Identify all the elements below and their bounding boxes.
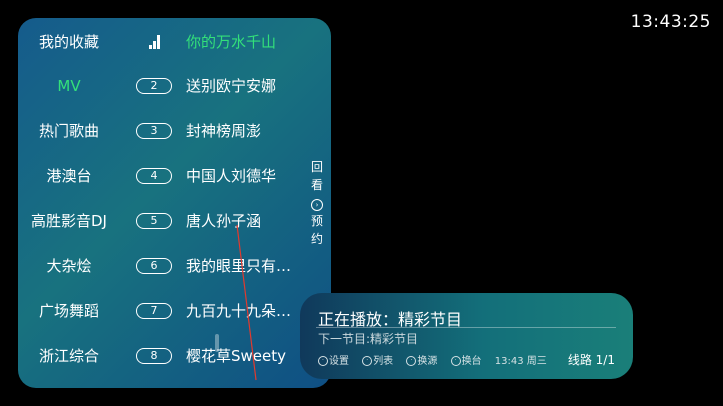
side-menu-char: 回 <box>310 160 323 174</box>
channel-item[interactable]: 6 我的眼里只有… <box>136 256 311 276</box>
hint-list: · 列表 <box>362 356 393 367</box>
source-icon: · <box>406 356 417 366</box>
channel-name: 九百九十九朵… <box>186 302 292 320</box>
channel-item[interactable]: 2 送别欧宁安娜 <box>136 76 311 96</box>
next-program: 下一节目:精彩节目 <box>318 332 419 346</box>
channel-number: 3 <box>136 123 172 139</box>
channel-number: 5 <box>136 213 172 229</box>
scrollbar[interactable] <box>215 334 219 352</box>
channel-name: 樱花草Sweety <box>186 347 287 365</box>
hint-time: 13:43 周三 <box>494 356 547 367</box>
category-item[interactable]: 大杂烩 <box>18 256 120 276</box>
category-list: 我的收藏 MV 热门歌曲 港澳台 高胜影音DJ 大杂烩 广场舞蹈 浙江综合 <box>18 18 120 388</box>
side-menu-playback-reserve[interactable]: 回 看 › 预 约 <box>309 158 325 248</box>
channel-name: 送别欧宁安娜 <box>186 77 277 95</box>
channel-icon: · <box>450 356 461 366</box>
category-item[interactable]: 热门歌曲 <box>18 121 120 141</box>
category-item[interactable]: 广场舞蹈 <box>18 301 120 321</box>
channel-item[interactable]: 4 中国人刘德华 <box>136 166 311 186</box>
channel-panel: 我的收藏 MV 热门歌曲 港澳台 高胜影音DJ 大杂烩 广场舞蹈 浙江综合 你的… <box>18 18 331 388</box>
clock: 13:43:25 <box>630 12 711 32</box>
category-item[interactable]: 我的收藏 <box>18 32 120 52</box>
list-icon: · <box>362 356 373 366</box>
channel-item[interactable]: 你的万水千山 <box>136 32 311 52</box>
channel-number: 4 <box>136 168 172 184</box>
channel-item[interactable]: 8 樱花草Sweety <box>136 346 311 366</box>
line-indicator: 线路 1/1 <box>567 353 615 367</box>
side-menu-char: 看 <box>310 178 323 192</box>
channel-number: 8 <box>136 348 172 364</box>
side-menu-char: 约 <box>310 232 323 246</box>
category-item[interactable]: 浙江综合 <box>18 346 120 366</box>
channel-name: 中国人刘德华 <box>186 167 277 185</box>
settings-icon: · <box>318 356 328 366</box>
channel-number: 2 <box>136 78 172 94</box>
channel-number: 7 <box>136 303 172 319</box>
channel-number: 6 <box>136 258 172 274</box>
hint-source: · 换源 <box>406 356 437 367</box>
category-item[interactable]: MV <box>18 76 120 96</box>
channel-name: 你的万水千山 <box>186 33 277 51</box>
channel-list: 你的万水千山 2 送别欧宁安娜 3 封神榜周澎 4 中国人刘德华 5 唐人孙子涵… <box>136 18 306 388</box>
channel-name: 唐人孙子涵 <box>186 212 262 230</box>
hint-channel: · 换台 <box>450 356 482 367</box>
channel-name: 封神榜周澎 <box>186 122 262 140</box>
category-item[interactable]: 港澳台 <box>18 166 120 186</box>
channel-item[interactable]: 3 封神榜周澎 <box>136 121 311 141</box>
progress-divider <box>316 327 616 328</box>
channel-item[interactable]: 5 唐人孙子涵 <box>136 211 311 231</box>
hint-settings: · 设置 <box>318 356 349 367</box>
now-playing-bar: 正在播放：精彩节目 下一节目:精彩节目 · 设置 · 列表 · 换源 · 换台 13:4… <box>300 293 633 379</box>
channel-name: 我的眼里只有… <box>186 257 292 275</box>
signal-icon <box>149 35 163 49</box>
category-item[interactable]: 高胜影音DJ <box>18 211 120 231</box>
chevron-right-icon: › <box>311 199 323 211</box>
side-menu-char: 预 <box>310 214 323 228</box>
key-hints: · 设置 · 列表 · 换源 · 换台 13:43 周三 <box>318 352 547 367</box>
channel-item[interactable]: 7 九百九十九朵… <box>136 301 311 321</box>
